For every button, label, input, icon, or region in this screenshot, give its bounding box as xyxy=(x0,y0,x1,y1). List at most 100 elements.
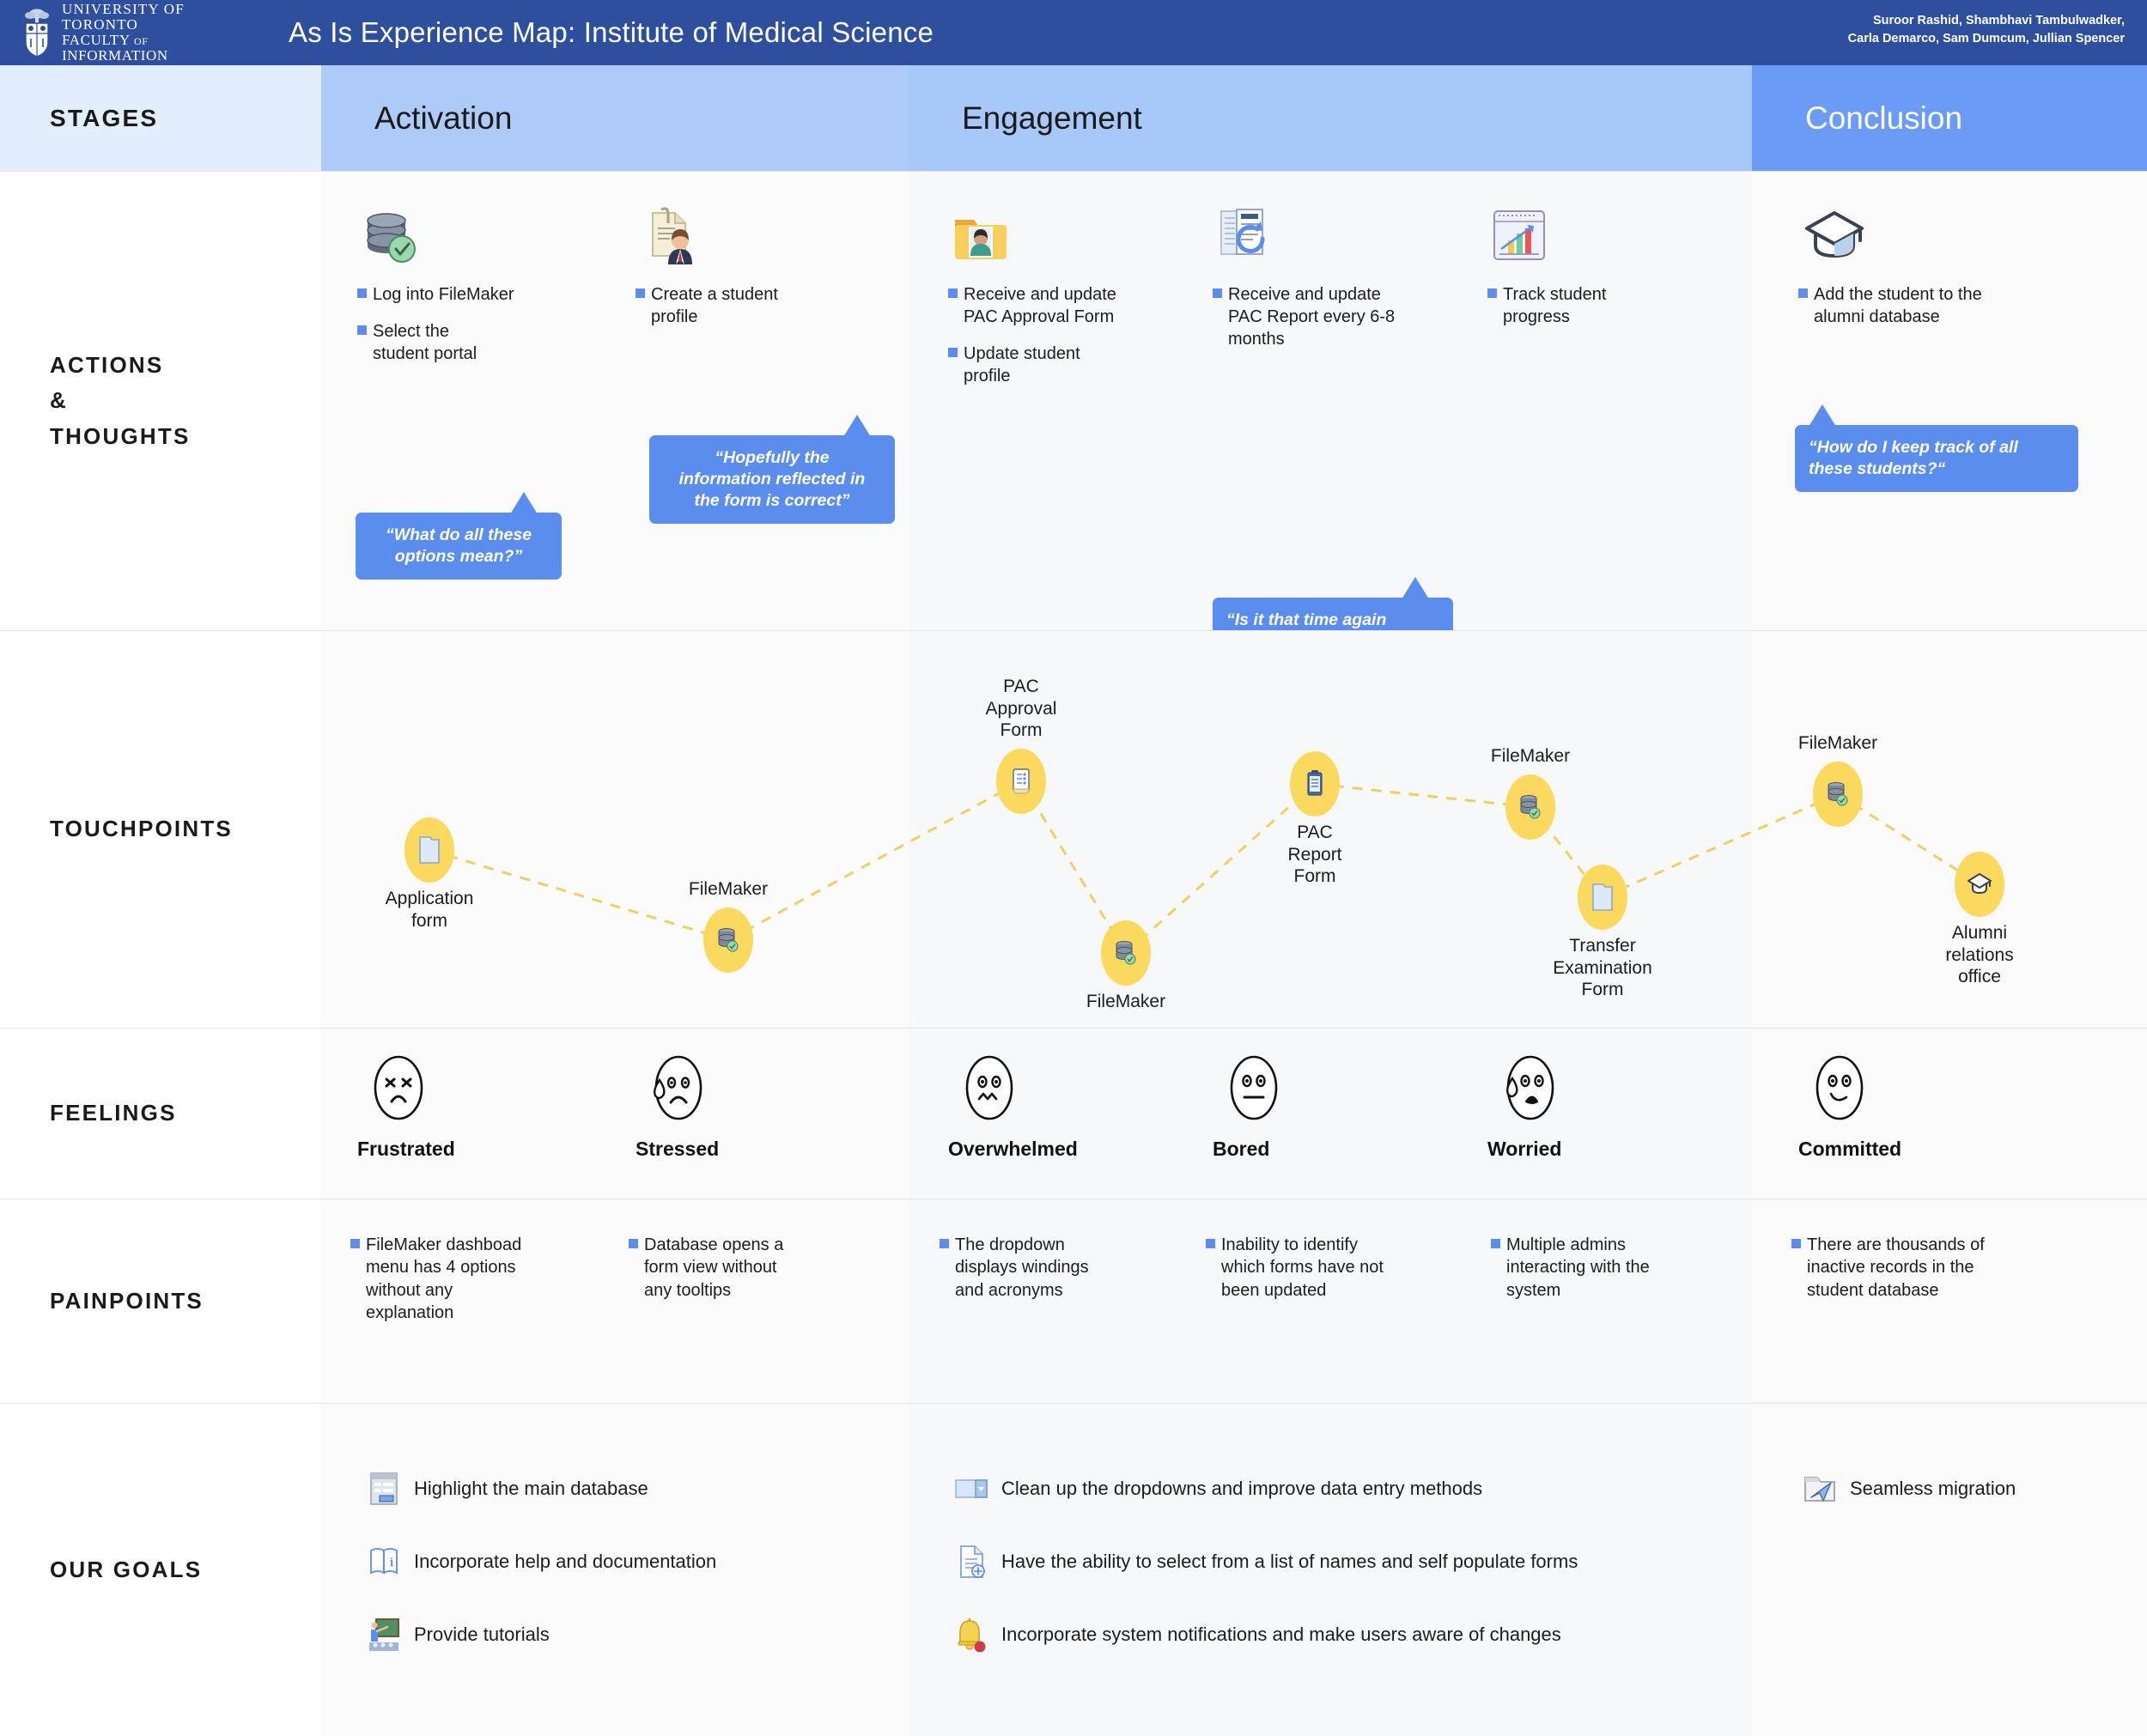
action-bullets-6: Add the student to the alumni database xyxy=(1798,283,2047,328)
painpoint-item-4: Inability to identify which forms have n… xyxy=(1206,1234,1412,1302)
graduation-cap-icon xyxy=(1798,203,2047,270)
bullet-square-icon xyxy=(357,325,367,335)
thought-bubble-1: “What do all these options mean?” xyxy=(356,492,562,580)
touchpoint-node[interactable]: Alumni relations office xyxy=(1945,852,2014,986)
touchpoint-node[interactable]: PAC Approval Form xyxy=(986,677,1056,814)
touchpoint-node[interactable]: PAC Report Form xyxy=(1287,751,1342,886)
touchpoint-label: Transfer Examination Form xyxy=(1553,936,1652,1000)
goal-label: Seamless migration xyxy=(1850,1478,2016,1499)
action-bullet: Select the student portal xyxy=(357,320,538,365)
list-item: Database opens a form view without any t… xyxy=(629,1234,818,1302)
logo-university-line: UNIVERSITY OF TORONTO xyxy=(62,1,185,33)
stage-conclusion[interactable]: Conclusion xyxy=(1752,65,2147,171)
book-info-icon: i xyxy=(366,1544,402,1580)
stage-conclusion-title: Conclusion xyxy=(1805,100,1963,136)
stage-activation[interactable]: Activation xyxy=(321,65,909,171)
touchpoint-label: FileMaker xyxy=(1086,992,1166,1011)
page-title: As Is Experience Map: Institute of Medic… xyxy=(289,16,934,48)
file-icon xyxy=(1578,865,1627,930)
uoft-crest-icon xyxy=(25,9,49,58)
thought-bubble-2: “Hopefully the information reflected in … xyxy=(649,415,895,524)
band-conclusion xyxy=(1752,1404,2147,1736)
list-item: Inability to identify which forms have n… xyxy=(1206,1234,1412,1302)
list-item: The dropdown displays windings and acron… xyxy=(940,1234,1128,1302)
touchpoint-connectors xyxy=(429,780,1980,955)
touchpoint-node[interactable]: FileMaker xyxy=(1491,746,1570,840)
action-column-2: Create a student profile xyxy=(636,203,816,343)
bullet-square-icon xyxy=(948,348,958,357)
row-label-feelings: FEELINGS xyxy=(0,1029,321,1199)
bullet-square-icon xyxy=(636,288,645,298)
database-icon xyxy=(1813,762,1863,827)
list-item: There are thousands of inactive records … xyxy=(1791,1234,2049,1302)
painpoint-item-5: Multiple admins interacting with the sys… xyxy=(1491,1234,1697,1302)
file-icon xyxy=(404,817,454,883)
feeling-label: Bored xyxy=(1213,1138,1270,1160)
list-item: FileMaker dashboad menu has 4 options wi… xyxy=(350,1234,539,1325)
goal-select-and-populate[interactable]: Have the ability to select from a list o… xyxy=(953,1544,1578,1580)
touchpoint-node[interactable]: FileMaker xyxy=(689,879,768,973)
action-bullets-3: Receive and update PAC Approval Form Upd… xyxy=(948,283,1161,387)
goal-system-notifications[interactable]: Incorporate system notifications and mak… xyxy=(953,1617,1561,1653)
painpoint-item-1: FileMaker dashboad menu has 4 options wi… xyxy=(350,1234,539,1325)
bell-icon xyxy=(953,1617,989,1653)
goal-provide-tutorials[interactable]: Provide tutorials xyxy=(366,1617,550,1653)
touchpoint-node[interactable]: FileMaker xyxy=(1798,733,1877,827)
action-bullets-4: Receive and update PAC Report every 6-8 … xyxy=(1213,283,1427,350)
bullet-square-icon xyxy=(629,1239,638,1248)
touchpoint-node[interactable]: Application form xyxy=(386,817,473,931)
touchpoint-label: Alumni relations office xyxy=(1945,923,2014,987)
feeling-label: Worried xyxy=(1487,1138,1562,1160)
bullet-square-icon xyxy=(1206,1239,1215,1248)
touchpoint-label: PAC Approval Form xyxy=(985,677,1057,741)
goal-help-documentation[interactable]: i Incorporate help and documentation xyxy=(366,1544,716,1580)
goal-label: Clean up the dropdowns and improve data … xyxy=(1001,1478,1483,1499)
goal-seamless-migration[interactable]: Seamless migration xyxy=(1802,1471,2016,1507)
authors-line-2: Carla Demarco, Sam Dumcum, Jullian Spenc… xyxy=(1847,32,2125,46)
feeling-label: Overwhelmed xyxy=(948,1138,1078,1160)
database-icon xyxy=(1101,920,1151,986)
feeling-bored: Bored xyxy=(1213,1053,1384,1161)
document-person-icon xyxy=(636,203,816,270)
svg-text:i: i xyxy=(390,1556,393,1569)
painpoint-item-6: There are thousands of inactive records … xyxy=(1791,1234,2049,1302)
stage-engagement-title: Engagement xyxy=(962,100,1142,136)
face-bored-icon xyxy=(1225,1053,1384,1127)
touchpoint-node[interactable]: FileMaker xyxy=(1086,920,1165,1011)
goal-label: Incorporate help and documentation xyxy=(414,1551,717,1572)
feeling-frustrated: Frustrated xyxy=(357,1053,529,1161)
clipboard2-icon xyxy=(1290,751,1340,816)
action-column-4: Receive and update PAC Report every 6-8 … xyxy=(1213,203,1427,365)
action-bullets-5: Track student progress xyxy=(1487,283,1668,328)
goal-label: Provide tutorials xyxy=(414,1624,550,1645)
action-bullet: Receive and update PAC Approval Form xyxy=(948,283,1161,328)
stages-row: STAGES Activation Engagement Conclusion xyxy=(0,65,2147,171)
bullet-square-icon xyxy=(1213,288,1222,298)
stage-engagement[interactable]: Engagement xyxy=(909,65,1752,171)
row-label-goals-text: OUR GOALS xyxy=(50,1556,203,1582)
painpoint-item-2: Database opens a form view without any t… xyxy=(629,1234,818,1302)
list-item: Multiple admins interacting with the sys… xyxy=(1491,1234,1697,1302)
action-bullet: Track student progress xyxy=(1487,283,1668,328)
touchpoint-label: FileMaker xyxy=(688,879,769,900)
face-stressed-icon xyxy=(648,1053,807,1127)
action-column-3: Receive and update PAC Approval Form Upd… xyxy=(948,203,1161,402)
action-bullet: Create a student profile xyxy=(636,283,816,328)
row-label-painpoints: PAINPOINTS xyxy=(0,1199,321,1403)
goal-label: Incorporate system notifications and mak… xyxy=(1001,1624,1561,1645)
action-column-6: Add the student to the alumni database xyxy=(1798,203,2047,343)
goal-clean-dropdowns[interactable]: Clean up the dropdowns and improve data … xyxy=(953,1471,1482,1507)
feeling-worried: Worried xyxy=(1487,1053,1659,1161)
action-column-5: Track student progress xyxy=(1487,203,1668,343)
action-bullets-1: Log into FileMaker Select the student po… xyxy=(357,283,538,365)
clipboard-icon xyxy=(996,749,1046,814)
app-header: UNIVERSITY OF TORONTO FACULTY OF INFORMA… xyxy=(0,0,2147,65)
row-label-painpoints-text: PAINPOINTS xyxy=(50,1287,204,1314)
goal-highlight-database[interactable]: Highlight the main database xyxy=(366,1471,648,1507)
teacher-board-icon xyxy=(366,1617,402,1653)
touchpoint-node[interactable]: Transfer Examination Form xyxy=(1553,865,1652,999)
bullet-square-icon xyxy=(1487,288,1497,298)
face-worried-icon xyxy=(1499,1053,1659,1127)
document-refresh-icon xyxy=(1213,203,1427,270)
feeling-label: Stressed xyxy=(636,1138,720,1160)
